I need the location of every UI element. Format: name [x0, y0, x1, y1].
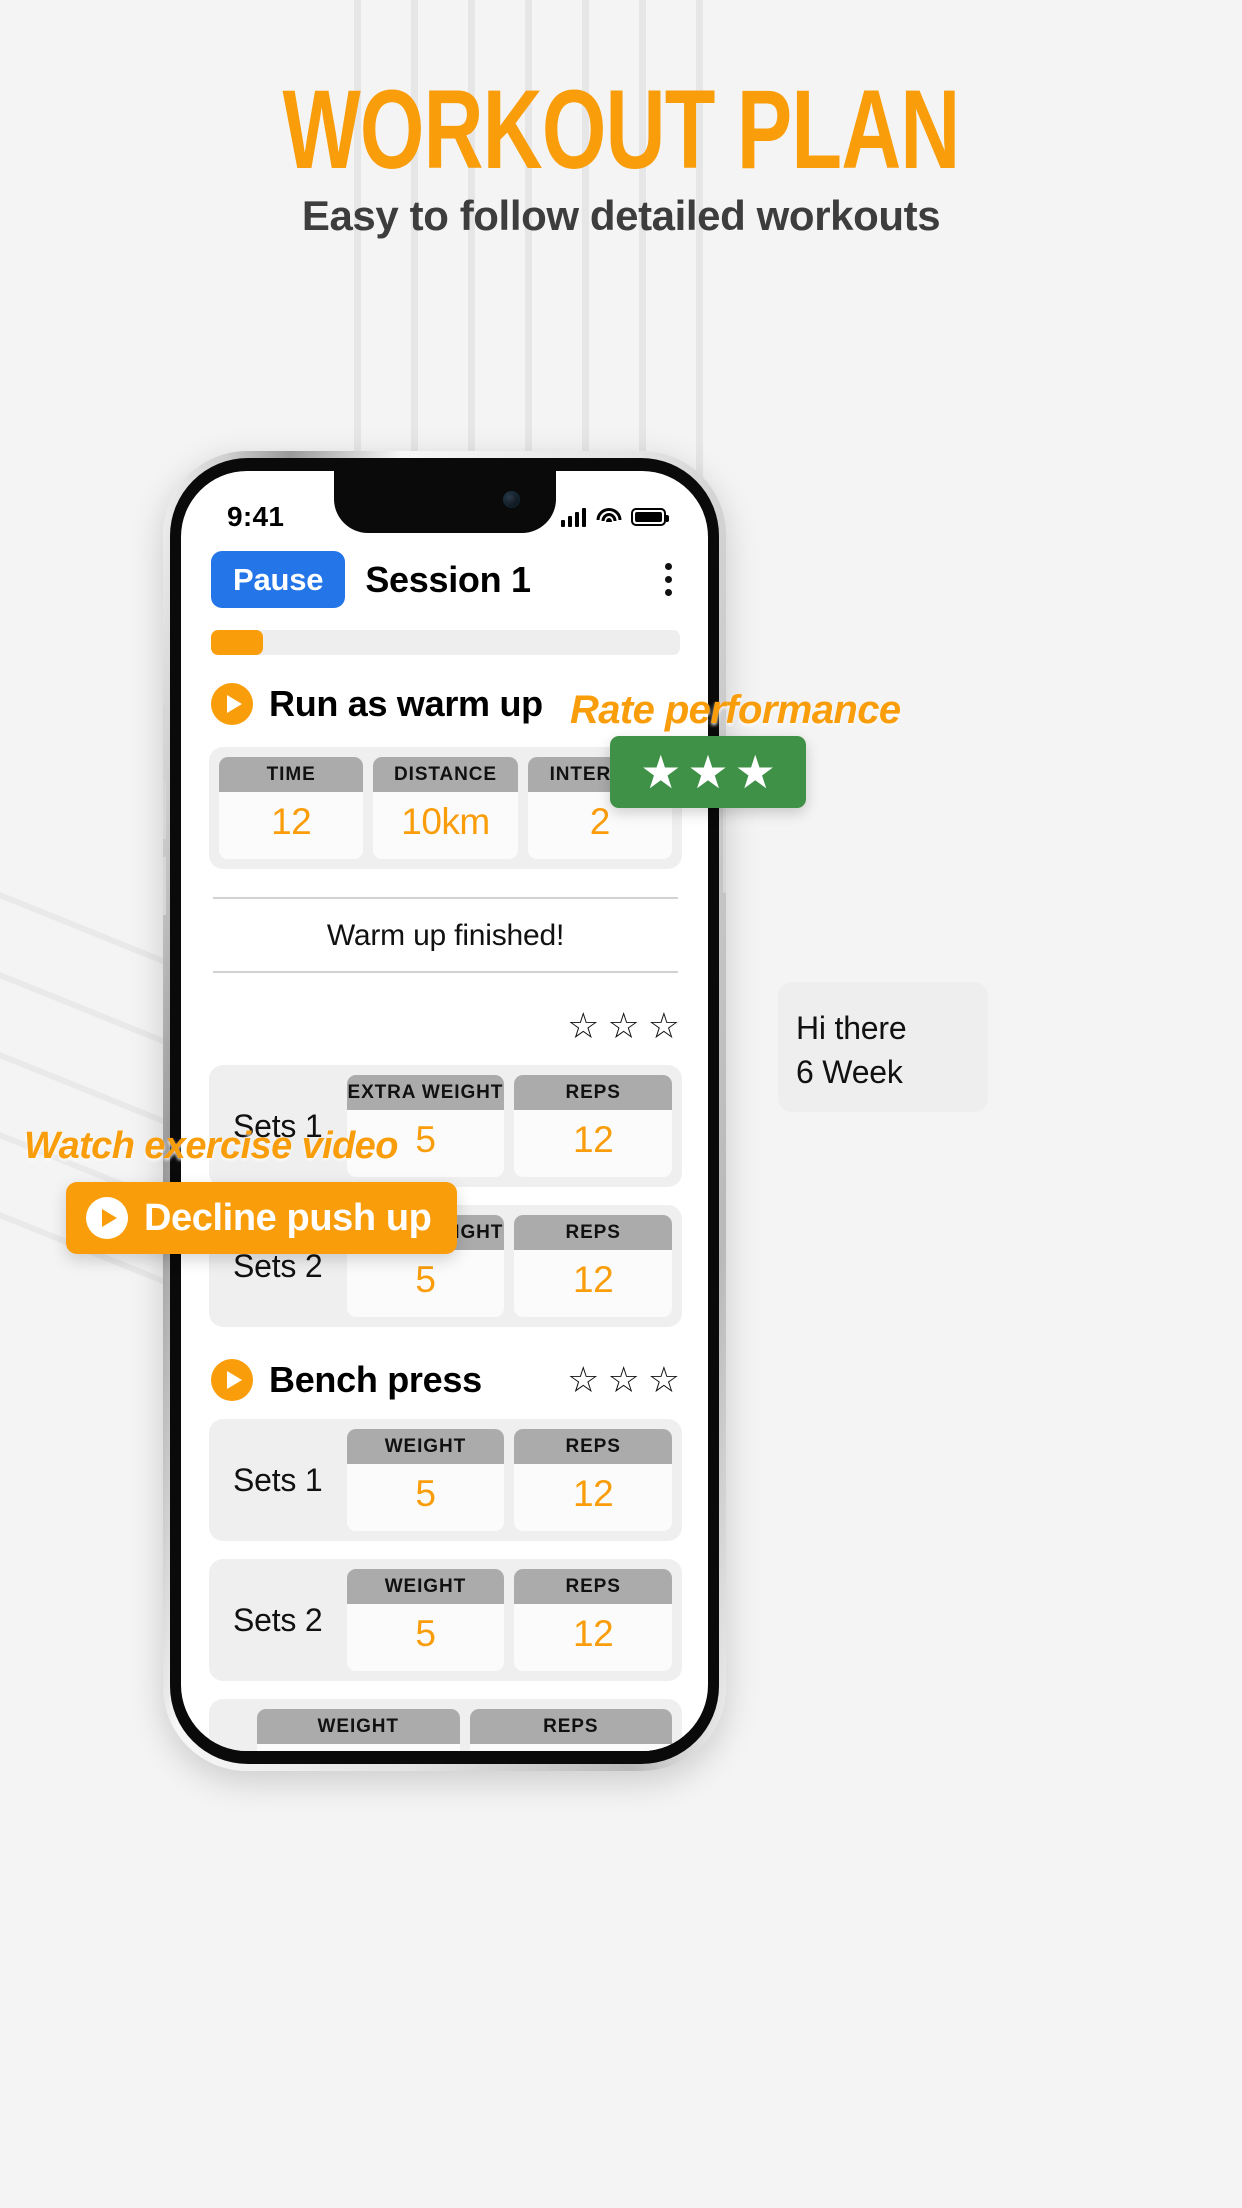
star-icon[interactable]: ★ — [640, 749, 681, 795]
set-cell[interactable]: REPS — [469, 1709, 673, 1751]
battery-icon — [631, 508, 669, 526]
metric-header: DISTANCE — [373, 757, 518, 792]
side-card-line-2: 6 Week — [796, 1054, 903, 1090]
set-cell[interactable]: REPS 12 — [514, 1075, 672, 1177]
phone-volume-up-button[interactable] — [163, 781, 166, 839]
set-cell[interactable]: REPS 12 — [514, 1429, 672, 1531]
callout-watch-video-label: Watch exercise video — [24, 1125, 398, 1167]
set-value[interactable]: 12 — [514, 1464, 672, 1531]
set-header: WEIGHT — [257, 1709, 460, 1744]
set-cell[interactable]: WEIGHT 5 — [346, 1569, 505, 1671]
page-headline: WORKOUT PLAN — [282, 67, 960, 192]
star-icon[interactable]: ★ — [687, 749, 728, 795]
promo-screenshot: WORKOUT PLAN Easy to follow detailed wor… — [0, 0, 1242, 2208]
side-peek-card[interactable]: Hi there 6 Week — [778, 982, 988, 1112]
play-icon[interactable] — [86, 1197, 128, 1239]
set-cell[interactable]: WEIGHT — [257, 1709, 460, 1751]
set-value[interactable] — [257, 1744, 460, 1751]
session-title: Session 1 — [365, 558, 531, 600]
set-value[interactable]: 5 — [347, 1604, 505, 1671]
metric-cell[interactable]: DISTANCE 10km — [373, 757, 518, 859]
star-icon[interactable]: ☆ — [607, 1008, 639, 1044]
callout-rate-performance-stars[interactable]: ★ ★ ★ — [610, 736, 806, 808]
set-value[interactable]: 12 — [514, 1110, 672, 1177]
set-cell[interactable]: WEIGHT 5 — [346, 1429, 505, 1531]
metric-header: TIME — [219, 757, 364, 792]
exercise-name: Bench press — [269, 1359, 482, 1400]
metric-value[interactable]: 12 — [219, 792, 363, 859]
callout-watch-video-button-label: Decline push up — [144, 1196, 432, 1239]
set-header: WEIGHT — [346, 1569, 505, 1604]
star-icon[interactable]: ☆ — [567, 1362, 599, 1398]
set-header: EXTRA WEIGHT — [346, 1075, 505, 1110]
workout-progress-bar — [211, 630, 680, 655]
set-header: REPS — [469, 1709, 672, 1744]
phone-screen: 9:41 Pause Session 1 Run as warm up TIME… — [181, 471, 708, 1751]
wifi-icon — [596, 507, 621, 527]
status-bar-time: 9:41 — [227, 501, 285, 532]
app-header: Pause Session 1 — [181, 545, 708, 608]
exercise-row-bench-press[interactable]: Bench press ☆ ☆ ☆ — [181, 1327, 708, 1401]
play-icon[interactable] — [211, 683, 253, 725]
set-header: WEIGHT — [346, 1429, 505, 1464]
star-icon[interactable]: ☆ — [567, 1008, 599, 1044]
set-value[interactable] — [470, 1744, 673, 1751]
warmup-name: Run as warm up — [269, 683, 543, 724]
set-label: Sets 2 — [233, 1601, 323, 1638]
metric-cell[interactable]: TIME 12 — [219, 757, 364, 859]
cellular-signal-icon — [560, 507, 586, 527]
set-value[interactable]: 5 — [347, 1250, 505, 1317]
workout-progress-fill — [211, 630, 263, 655]
set-value[interactable]: 12 — [514, 1604, 672, 1671]
play-icon[interactable] — [211, 1359, 253, 1401]
set-header: REPS — [514, 1215, 672, 1250]
star-icon[interactable]: ☆ — [607, 1362, 639, 1398]
phone-mockup: 9:41 Pause Session 1 Run as warm up TIME… — [163, 451, 726, 1771]
warmup-finished-note: Warm up finished! — [213, 897, 678, 973]
side-card-line-1: Hi there — [796, 1010, 907, 1046]
phone-bezel: 9:41 Pause Session 1 Run as warm up TIME… — [170, 458, 719, 1764]
status-bar: 9:41 — [181, 471, 708, 545]
callout-rate-performance-label: Rate performance — [570, 688, 901, 732]
warmup-finished-text: Warm up finished! — [326, 919, 565, 952]
callout-watch-video-button[interactable]: Decline push up — [66, 1182, 458, 1254]
metric-value[interactable]: 10km — [373, 792, 517, 859]
exercise-rating-stars[interactable]: ☆ ☆ ☆ — [567, 1362, 680, 1398]
star-icon[interactable]: ☆ — [648, 1362, 680, 1398]
kebab-menu-icon[interactable] — [657, 557, 680, 602]
phone-volume-down-button[interactable] — [163, 857, 166, 915]
pause-button[interactable]: Pause — [211, 551, 346, 608]
set-row: WEIGHT REPS — [209, 1699, 682, 1751]
phone-power-button[interactable] — [723, 801, 726, 893]
set-value[interactable]: 5 — [347, 1464, 505, 1531]
set-value[interactable]: 12 — [514, 1250, 672, 1317]
phone-mute-switch[interactable] — [163, 706, 166, 742]
set-header: REPS — [514, 1075, 672, 1110]
set-row: Sets 1 WEIGHT 5 REPS 12 — [209, 1419, 682, 1541]
status-bar-icons — [560, 507, 669, 527]
star-icon[interactable]: ☆ — [648, 1008, 680, 1044]
exercise-row-decline-push-up[interactable]: Decline push up ☆ ☆ ☆ — [181, 973, 708, 1047]
set-row: Sets 2 WEIGHT 5 REPS 12 — [209, 1559, 682, 1681]
star-icon[interactable]: ★ — [735, 749, 776, 795]
page-subheadline: Easy to follow detailed workouts — [301, 192, 941, 239]
set-header: REPS — [514, 1569, 672, 1604]
exercise-rating-stars[interactable]: ☆ ☆ ☆ — [567, 1008, 680, 1044]
set-label: Sets 1 — [233, 1461, 323, 1498]
set-cell[interactable]: REPS 12 — [514, 1215, 672, 1317]
set-cell[interactable]: REPS 12 — [514, 1569, 672, 1671]
set-header: REPS — [514, 1429, 672, 1464]
